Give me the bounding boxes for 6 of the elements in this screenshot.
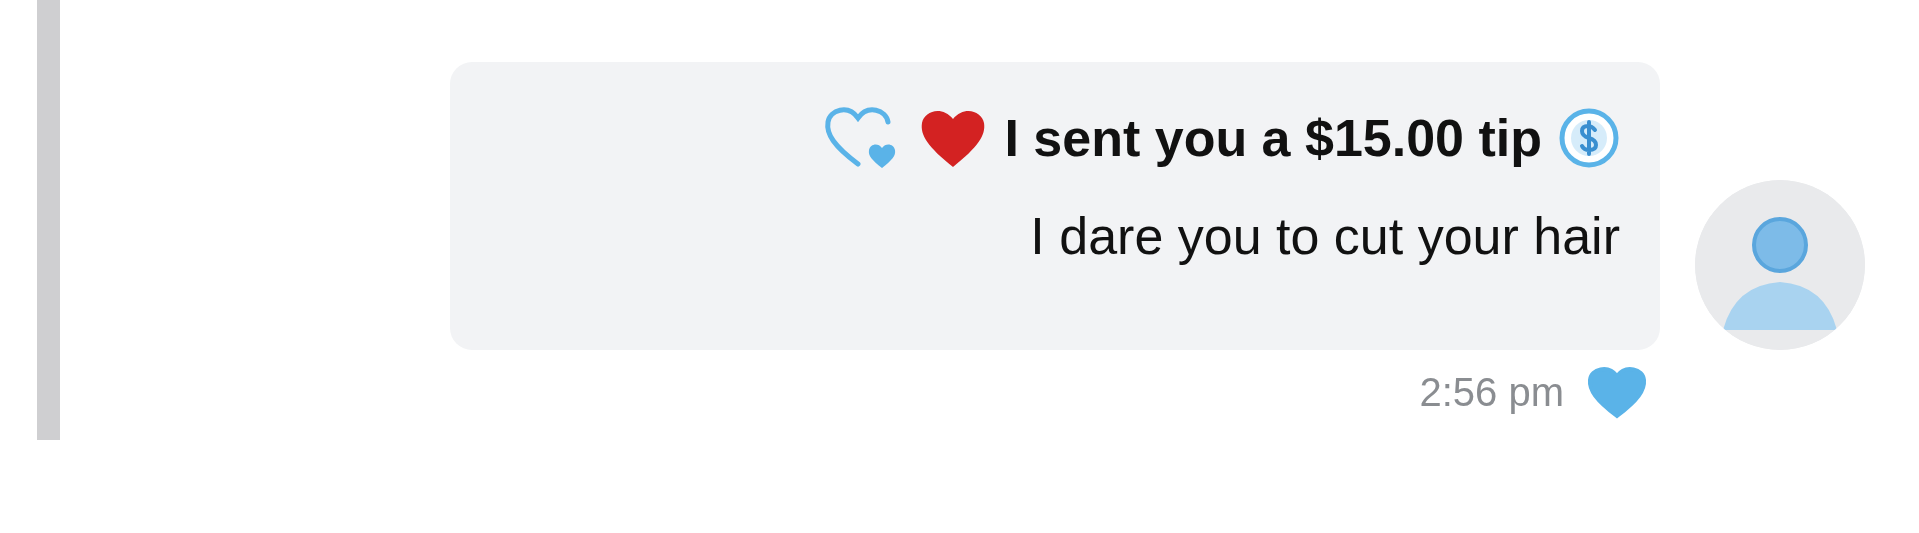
message-text: I dare you to cut your hair [1030,206,1620,266]
message-time: 2:56 pm [1419,369,1564,415]
tip-text: I sent you a $15.00 tip [1004,108,1542,168]
dollar-icon [1558,107,1620,169]
scrollbar[interactable] [37,0,60,440]
like-heart-icon[interactable] [1586,364,1648,420]
